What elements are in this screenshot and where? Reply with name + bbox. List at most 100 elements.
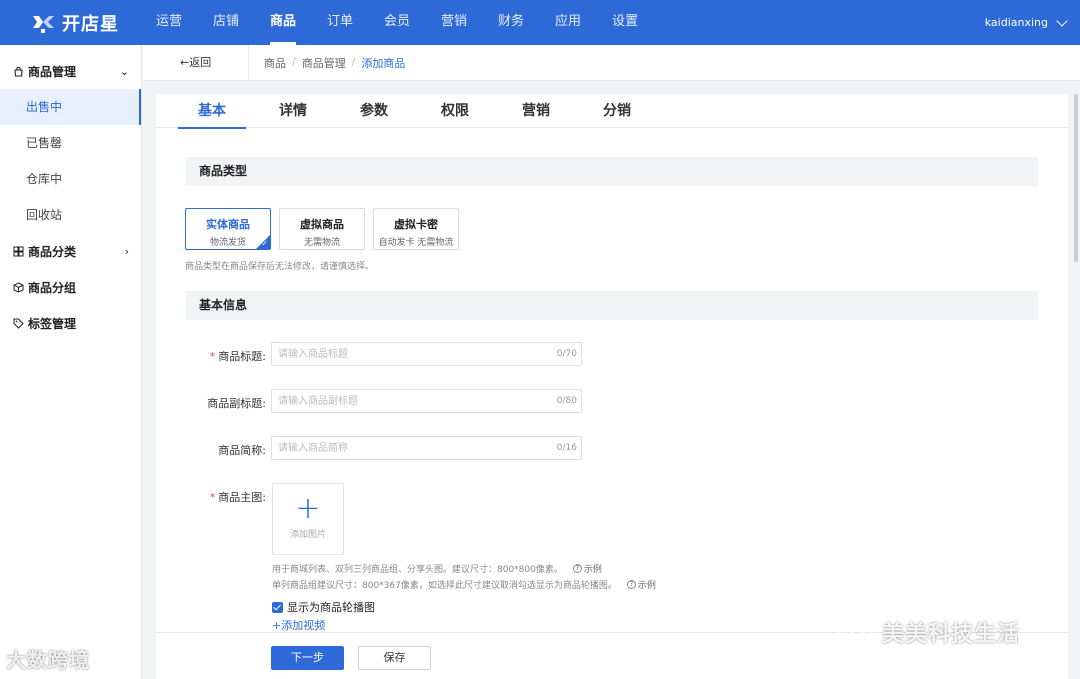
username: kaidianxing xyxy=(984,16,1048,29)
question-icon: ? xyxy=(626,580,636,589)
breadcrumb-item[interactable]: 商品 xyxy=(264,55,286,71)
check-icon: ✓ xyxy=(261,239,268,248)
breadcrumb-item[interactable]: 商品管理 xyxy=(302,55,346,71)
sidebar-item-sold-out[interactable]: 已售罄 xyxy=(0,125,141,161)
question-icon: ? xyxy=(572,564,582,573)
sidebar-item-warehouse[interactable]: 仓库中 xyxy=(0,161,141,197)
product-main-image-label: * 商品主图: xyxy=(156,489,266,505)
breadcrumb-separator: / xyxy=(292,54,296,68)
image-help-line1: 用于商城列表、双列三列商品组、分享头图。建议尺寸：800*800像素。 ? 示例 xyxy=(272,562,602,575)
nav-item-finance[interactable]: 财务 xyxy=(494,0,528,45)
sidebar-group-category[interactable]: 商品分类 › xyxy=(0,233,141,269)
required-marker: * xyxy=(209,350,216,363)
sidebar-item-on-sale[interactable]: 出售中 xyxy=(0,89,141,125)
sidebar-group-product-management[interactable]: 商品管理 ⌄ xyxy=(0,53,141,89)
add-image-button[interactable]: + 添加图片 xyxy=(272,483,344,555)
nav-item-operations[interactable]: 运营 xyxy=(152,0,186,45)
product-title-label: * 商品标题: xyxy=(156,348,266,364)
tab-params[interactable]: 参数 xyxy=(340,94,408,128)
product-type-desc: 自动发卡 无需物流 xyxy=(378,238,454,248)
nav-item-products[interactable]: 商品 xyxy=(266,0,300,45)
product-type-physical[interactable]: 实体商品 物流发货 ✓ xyxy=(185,208,271,250)
sidebar: 商品管理 ⌄ 出售中 已售罄 仓库中 回收站 商品分类 › 商品分组 标签管理 xyxy=(0,45,142,679)
product-title-field[interactable]: 0/70 xyxy=(271,342,582,366)
carousel-checkbox[interactable]: 显示为商品轮播图 xyxy=(272,599,375,615)
nav-item-marketing[interactable]: 营销 xyxy=(437,0,471,45)
nav-item-members[interactable]: 会员 xyxy=(380,0,414,45)
tab-marketing[interactable]: 营销 xyxy=(502,94,570,128)
plus-icon: + xyxy=(295,491,321,526)
example-label: 示例 xyxy=(583,565,602,575)
example-link[interactable]: ? 示例 xyxy=(572,562,602,575)
char-counter: 0/70 xyxy=(556,349,577,359)
scrollbar[interactable] xyxy=(1072,94,1080,262)
product-type-title: 虚拟商品 xyxy=(300,218,344,231)
example-label: 示例 xyxy=(637,581,656,591)
add-video-link[interactable]: +添加视频 xyxy=(272,617,325,633)
brand-logo[interactable]: 开店星 xyxy=(0,0,142,45)
breadcrumb: 商品 / 商品管理 / 添加商品 xyxy=(249,55,405,71)
product-subtitle-input[interactable] xyxy=(272,390,542,412)
tab-distribution[interactable]: 分销 xyxy=(583,94,651,128)
tab-basic[interactable]: 基本 xyxy=(178,94,246,129)
wechat-icon xyxy=(836,618,876,646)
chevron-right-icon: › xyxy=(124,244,129,258)
example-link[interactable]: ? 示例 xyxy=(626,578,656,591)
next-step-button[interactable]: 下一步 xyxy=(271,646,344,670)
product-subtitle-field[interactable]: 0/80 xyxy=(271,389,582,413)
breadcrumb-current: 添加商品 xyxy=(361,56,406,70)
required-marker: * xyxy=(209,491,216,504)
watermark-left: 大数跨境 xyxy=(6,644,90,673)
nav-item-apps[interactable]: 应用 xyxy=(551,0,585,45)
product-title-input[interactable] xyxy=(272,343,542,365)
section-title-product-type: 商品类型 xyxy=(185,157,1038,186)
product-shortname-field[interactable]: 0/16 xyxy=(271,436,582,460)
product-shortname-label: 商品简称: xyxy=(218,444,266,457)
tab-permissions[interactable]: 权限 xyxy=(421,94,489,128)
image-help-text: 用于商城列表、双列三列商品组、分享头图。建议尺寸：800*800像素。 xyxy=(272,565,563,575)
product-subtitle-label: 商品副标题: xyxy=(207,397,266,410)
sidebar-group-grouping[interactable]: 商品分组 xyxy=(0,269,141,305)
tag-icon xyxy=(12,317,24,329)
add-image-label: 添加图片 xyxy=(289,530,326,540)
back-button[interactable]: ←返回 xyxy=(143,44,249,81)
field-label-text: 商品标题: xyxy=(218,350,266,363)
sidebar-group-label: 商品管理 xyxy=(28,64,77,79)
watermark-right: 美美科技生活 xyxy=(836,616,1020,648)
save-button[interactable]: 保存 xyxy=(358,646,431,670)
product-type-desc: 无需物流 xyxy=(303,238,340,248)
product-type-title: 实体商品 xyxy=(206,218,250,231)
image-help-text: 单列商品组建议尺寸：800*367像素，如选择此尺寸建议取消勾选显示为商品轮播图… xyxy=(272,581,617,591)
sidebar-group-label: 商品分类 xyxy=(28,244,77,259)
breadcrumb-bar: ←返回 商品 / 商品管理 / 添加商品 xyxy=(143,44,1080,81)
char-counter: 0/80 xyxy=(556,396,577,406)
chevron-down-icon: ⌄ xyxy=(119,64,129,78)
nav-item-store[interactable]: 店铺 xyxy=(209,0,243,45)
product-type-hint: 商品类型在商品保存后无法修改，请谨慎选择。 xyxy=(185,262,375,272)
product-type-virtual-card[interactable]: 虚拟卡密 自动发卡 无需物流 xyxy=(373,208,459,250)
breadcrumb-separator: / xyxy=(351,54,356,68)
tab-details[interactable]: 详情 xyxy=(259,94,327,128)
chevron-down-icon xyxy=(1056,14,1068,27)
sidebar-group-tags[interactable]: 标签管理 xyxy=(0,305,141,341)
sidebar-group-label: 商品分组 xyxy=(28,280,77,295)
sidebar-item-recycle-bin[interactable]: 回收站 xyxy=(0,197,141,233)
scrollbar-thumb[interactable] xyxy=(1074,94,1078,262)
char-counter: 0/16 xyxy=(556,443,577,453)
checkbox-checked-icon[interactable] xyxy=(272,601,283,613)
nav-item-orders[interactable]: 订单 xyxy=(323,0,357,45)
product-type-title: 虚拟卡密 xyxy=(394,218,438,231)
nav-item-settings[interactable]: 设置 xyxy=(608,0,642,45)
image-help-line2: 单列商品组建议尺寸：800*367像素，如选择此尺寸建议取消勾选显示为商品轮播图… xyxy=(272,578,656,591)
logo-icon xyxy=(30,12,56,34)
sidebar-group-label: 标签管理 xyxy=(28,316,77,331)
product-type-virtual[interactable]: 虚拟商品 无需物流 xyxy=(279,208,365,250)
field-label-text: 商品主图: xyxy=(218,491,266,504)
form-panel: 基本 详情 参数 权限 营销 分销 商品类型 实体商品 物流发货 ✓ 虚拟商品 … xyxy=(156,94,1068,679)
tab-bar: 基本 详情 参数 权限 营销 分销 xyxy=(156,94,1068,129)
product-shortname-input[interactable] xyxy=(272,437,542,459)
brand-name: 开店星 xyxy=(62,13,119,35)
user-menu[interactable]: kaidianxing xyxy=(984,0,1068,45)
section-title-basic-info: 基本信息 xyxy=(185,291,1038,320)
watermark-text: 美美科技生活 xyxy=(882,622,1021,647)
